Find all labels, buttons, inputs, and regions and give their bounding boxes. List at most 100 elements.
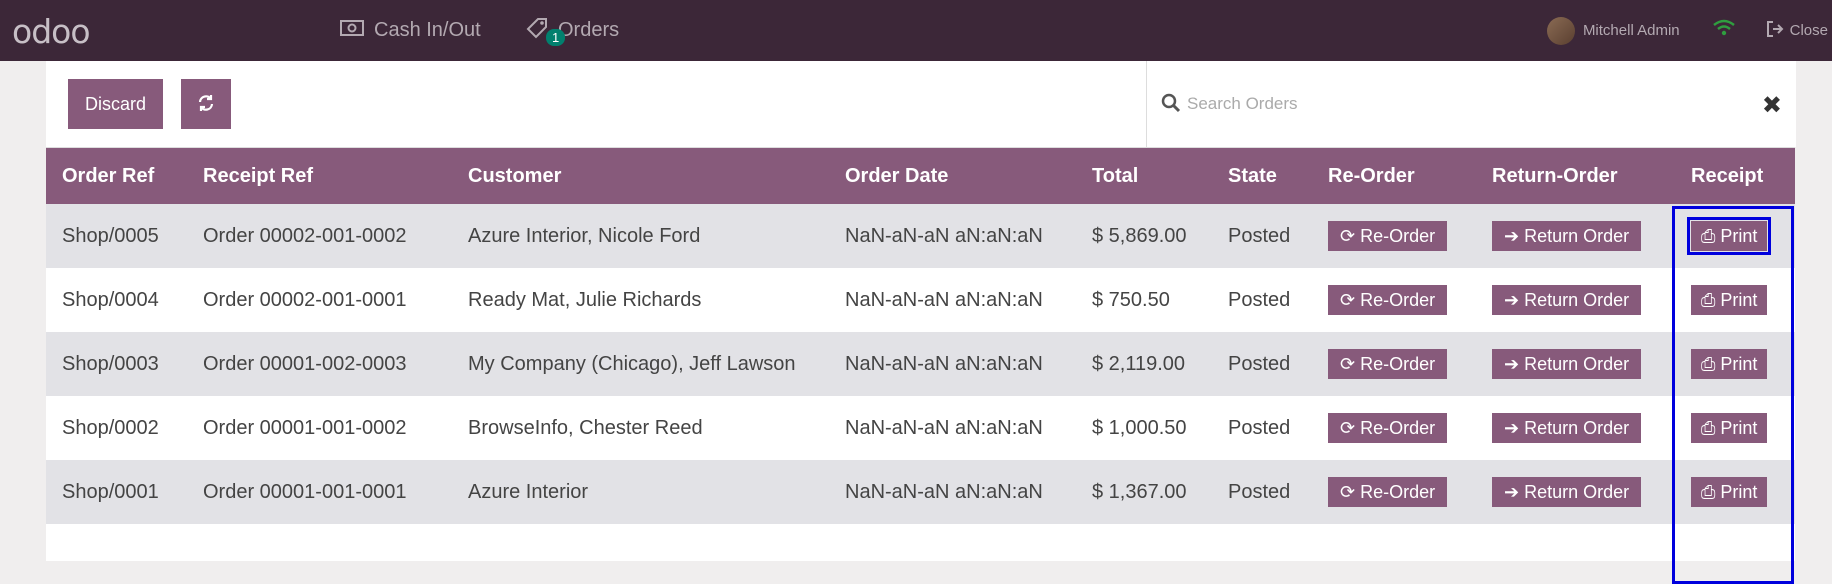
orders-button[interactable]: 1 Orders — [526, 0, 619, 61]
order-date-cell: NaN-aN-aN aN:aN:aN — [845, 288, 1043, 311]
money-icon — [340, 19, 364, 43]
customer-cell: Azure Interior, Nicole Ford — [468, 224, 701, 247]
sign-out-icon — [1766, 20, 1784, 42]
customer-cell: My Company (Chicago), Jeff Lawson — [468, 352, 796, 375]
re-order-button[interactable]: ⟳ Re-Order — [1328, 285, 1448, 315]
order-ref-cell: Shop/0004 — [62, 288, 159, 311]
column-header: Order Ref — [62, 164, 155, 187]
receipt-ref-cell: Order 00001-002-0003 — [203, 352, 407, 375]
print-icon: ⎙ — [1701, 481, 1716, 502]
print-icon: ⎙ — [1701, 289, 1716, 310]
order-ref-cell: Shop/0003 — [62, 352, 159, 375]
state-cell: Posted — [1228, 288, 1291, 311]
print-button[interactable]: ⎙ Print — [1686, 217, 1772, 255]
search-box: ✖ — [1146, 61, 1796, 147]
print-button[interactable]: ⎙ Print — [1691, 349, 1768, 379]
sign-in-icon: ➔ — [1504, 481, 1520, 502]
print-button[interactable]: ⎙ Print — [1691, 285, 1768, 315]
order-ref-cell: Shop/0001 — [62, 480, 159, 503]
customer-cell: Azure Interior — [468, 480, 589, 503]
sign-in-icon: ➔ — [1504, 225, 1520, 246]
order-date-cell: NaN-aN-aN aN:aN:aN — [845, 416, 1043, 439]
refresh-icon: ⟳ — [1340, 289, 1356, 310]
order-date-cell: NaN-aN-aN aN:aN:aN — [845, 352, 1043, 375]
total-cell: $ 1,367.00 — [1092, 480, 1187, 503]
print-button[interactable]: ⎙ Print — [1691, 413, 1768, 443]
state-cell: Posted — [1228, 416, 1291, 439]
print-label: Print — [1720, 225, 1758, 246]
sign-in-icon: ➔ — [1504, 289, 1520, 310]
column-header: Total — [1092, 164, 1139, 187]
return-order-button[interactable]: ➔ Return Order — [1492, 349, 1642, 379]
close-button[interactable]: Close — [1766, 20, 1828, 42]
total-cell: $ 1,000.50 — [1092, 416, 1187, 439]
return-order-label: Return Order — [1524, 289, 1630, 310]
refresh-button[interactable] — [181, 79, 231, 129]
return-order-label: Return Order — [1524, 353, 1630, 374]
refresh-icon: ⟳ — [1340, 353, 1356, 374]
orders-count-badge: 1 — [546, 28, 566, 46]
re-order-label: Re-Order — [1360, 225, 1436, 246]
table-header-row: Order Ref Receipt Ref Customer Order Dat… — [46, 148, 1795, 204]
column-header: Return-Order — [1492, 164, 1618, 187]
table-row[interactable]: Shop/0005 Order 00002-001-0002 Azure Int… — [46, 204, 1795, 268]
receipt-ref-cell: Order 00002-001-0001 — [203, 288, 407, 311]
refresh-icon: ⟳ — [1340, 417, 1356, 438]
re-order-label: Re-Order — [1360, 353, 1436, 374]
odoo-logo: odoo — [12, 12, 91, 51]
re-order-button[interactable]: ⟳ Re-Order — [1328, 413, 1448, 443]
re-order-button[interactable]: ⟳ Re-Order — [1328, 477, 1448, 507]
return-order-button[interactable]: ➔ Return Order — [1492, 413, 1642, 443]
re-order-label: Re-Order — [1360, 481, 1436, 502]
user-menu[interactable]: Mitchell Admin — [1546, 16, 1680, 45]
column-header: State — [1228, 164, 1277, 187]
print-label: Print — [1720, 289, 1758, 310]
return-order-button[interactable]: ➔ Return Order — [1492, 285, 1642, 315]
re-order-label: Re-Order — [1360, 289, 1436, 310]
top-bar: odoo Cash In/Out 1 Orders Mitchell Admin… — [0, 0, 1832, 61]
column-header: Re-Order — [1328, 164, 1415, 187]
table-row[interactable]: Shop/0002 Order 00001-001-0002 BrowseInf… — [46, 396, 1795, 460]
customer-cell: Ready Mat, Julie Richards — [468, 288, 702, 311]
print-icon: ⎙ — [1701, 353, 1716, 374]
cash-in-out-button[interactable]: Cash In/Out — [340, 0, 481, 61]
receipt-ref-cell: Order 00001-001-0002 — [203, 416, 407, 439]
return-order-label: Return Order — [1524, 481, 1630, 502]
search-input[interactable] — [1185, 89, 1729, 119]
customer-cell: BrowseInfo, Chester Reed — [468, 416, 703, 439]
table-row[interactable]: Shop/0004 Order 00002-001-0001 Ready Mat… — [46, 268, 1795, 332]
search-icon — [1161, 93, 1181, 118]
return-order-button[interactable]: ➔ Return Order — [1492, 221, 1642, 251]
column-header: Order Date — [845, 164, 949, 187]
print-label: Print — [1720, 481, 1758, 502]
order-ref-cell: Shop/0005 — [62, 224, 159, 247]
orders-label: Orders — [558, 19, 620, 41]
table-row[interactable]: Shop/0003 Order 00001-002-0003 My Compan… — [46, 332, 1795, 396]
refresh-icon: ⟳ — [1340, 481, 1356, 502]
tag-icon: 1 — [526, 17, 566, 46]
refresh-icon — [197, 94, 215, 115]
print-label: Print — [1720, 417, 1758, 438]
state-cell: Posted — [1228, 224, 1291, 247]
orders-screen: Discard ✖ Order Ref Receipt Ref Customer… — [46, 61, 1796, 584]
receipt-ref-cell: Order 00001-001-0001 — [203, 480, 407, 503]
print-icon: ⎙ — [1701, 417, 1716, 438]
re-order-label: Re-Order — [1360, 417, 1436, 438]
total-cell: $ 2,119.00 — [1092, 352, 1186, 375]
print-button[interactable]: ⎙ Print — [1691, 477, 1768, 507]
cash-in-out-label: Cash In/Out — [374, 19, 481, 41]
order-date-cell: NaN-aN-aN aN:aN:aN — [845, 480, 1043, 503]
sign-in-icon: ➔ — [1504, 353, 1520, 374]
return-order-label: Return Order — [1524, 417, 1630, 438]
re-order-button[interactable]: ⟳ Re-Order — [1328, 349, 1448, 379]
re-order-button[interactable]: ⟳ Re-Order — [1328, 221, 1448, 251]
table-row[interactable]: Shop/0001 Order 00001-001-0001 Azure Int… — [46, 460, 1795, 524]
column-header: Receipt Ref — [203, 164, 314, 187]
close-icon[interactable]: ✖ — [1762, 91, 1782, 120]
print-label: Print — [1720, 353, 1758, 374]
discard-button[interactable]: Discard — [68, 79, 163, 129]
avatar — [1546, 16, 1575, 45]
sign-in-icon: ➔ — [1504, 417, 1520, 438]
return-order-button[interactable]: ➔ Return Order — [1492, 477, 1642, 507]
orders-table: Order Ref Receipt Ref Customer Order Dat… — [46, 148, 1795, 524]
